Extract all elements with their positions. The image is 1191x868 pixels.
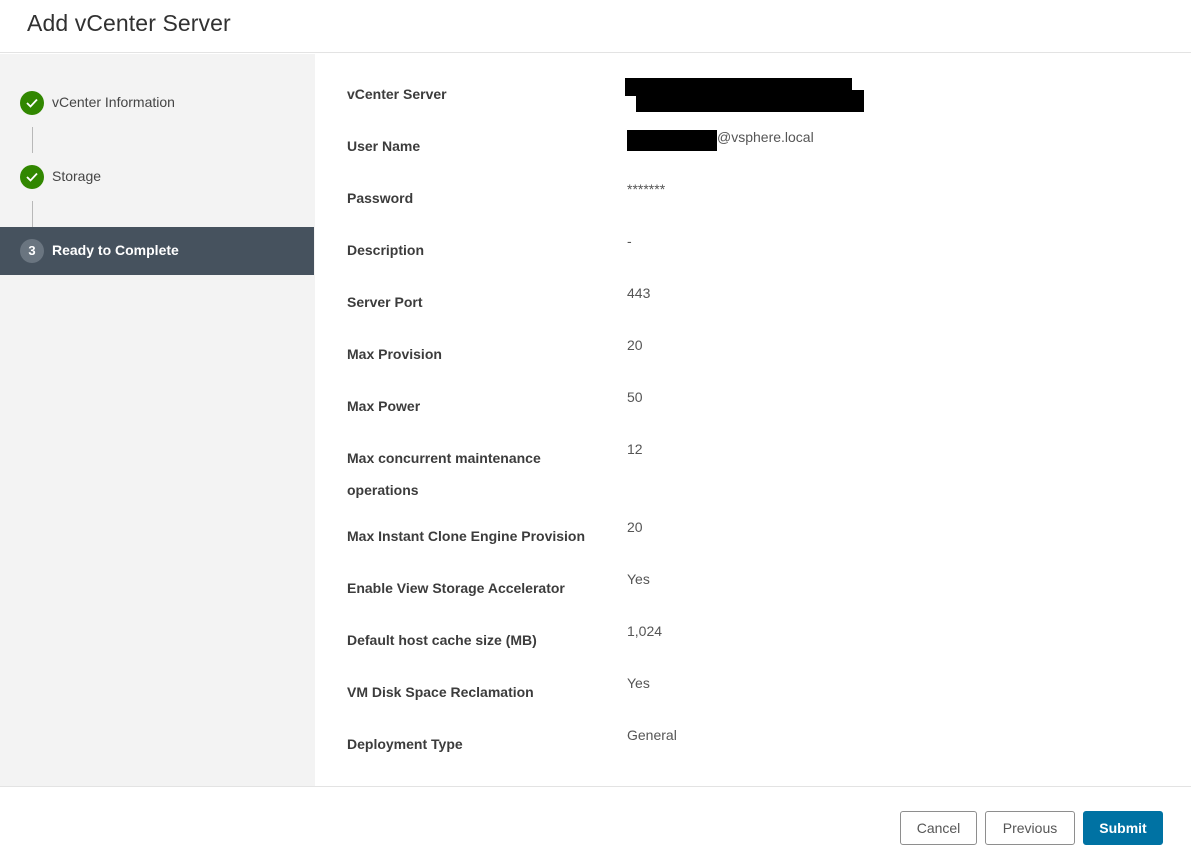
summary-label: Max Provision [347,346,442,362]
summary-label: Max Instant Clone Engine Provision [347,528,586,544]
wizard-step-label: vCenter Information [52,94,175,110]
summary-label: Max concurrent maintenance operations [347,450,541,498]
summary-value: 20 [627,519,643,535]
summary-label: VM Disk Space Reclamation [347,684,534,700]
step-number-badge: 3 [20,239,44,263]
wizard-steps-sidebar: vCenter Information Storage 3 Ready to C… [0,54,315,786]
submit-button[interactable]: Submit [1083,811,1163,845]
redacted-block [627,130,717,151]
dialog-header: Add vCenter Server [0,0,1191,53]
check-circle-icon [20,91,44,115]
summary-label: Max Power [347,398,421,414]
summary-value: - [627,233,632,249]
summary-panel: vCenter Server User Name @vsphere.local … [315,54,1191,786]
summary-label: Description [347,242,425,258]
dialog-footer: Cancel Previous Submit [0,786,1191,868]
summary-label: Enable View Storage Accelerator [347,580,565,596]
summary-label: vCenter Server [347,86,447,102]
summary-value: @vsphere.local [717,129,814,145]
summary-value: 20 [627,337,643,353]
summary-value: ******* [627,181,666,197]
redacted-block [636,90,864,112]
summary-value: Yes [627,571,650,587]
summary-value: 12 [627,441,643,457]
step-connector [32,127,33,153]
wizard-step-label: Ready to Complete [52,242,179,258]
summary-label: Default host cache size (MB) [347,632,537,648]
summary-value: General [627,727,677,743]
dialog-title: Add vCenter Server [27,10,231,36]
summary-value: 1,024 [627,623,663,639]
summary-value: 443 [627,285,651,301]
summary-label: User Name [347,138,421,154]
summary-label: Password [347,190,414,206]
summary-label: Server Port [347,294,423,310]
wizard-step-label: Storage [52,168,102,184]
check-circle-icon [20,165,44,189]
summary-value: Yes [627,675,650,691]
cancel-button[interactable]: Cancel [900,811,977,845]
previous-button[interactable]: Previous [985,811,1075,845]
wizard-step-storage[interactable]: Storage [0,153,314,201]
summary-label: Deployment Type [347,736,463,752]
wizard-step-vcenter-information[interactable]: vCenter Information [0,79,314,127]
wizard-step-ready-to-complete[interactable]: 3 Ready to Complete [0,227,314,275]
summary-value: 50 [627,389,643,405]
step-connector [32,201,33,227]
